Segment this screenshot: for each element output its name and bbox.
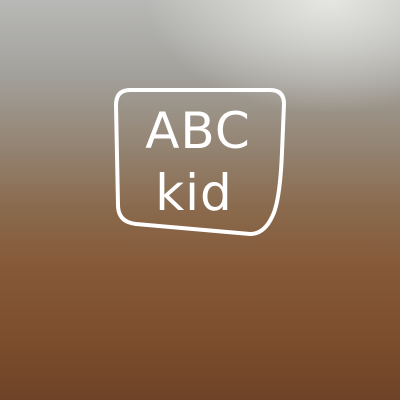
logo-text-kid: kid [155, 164, 233, 222]
splash-screen: ABC kid [0, 0, 400, 400]
logo-text-abc: ABC [145, 102, 251, 160]
app-logo: ABC kid [112, 87, 292, 247]
